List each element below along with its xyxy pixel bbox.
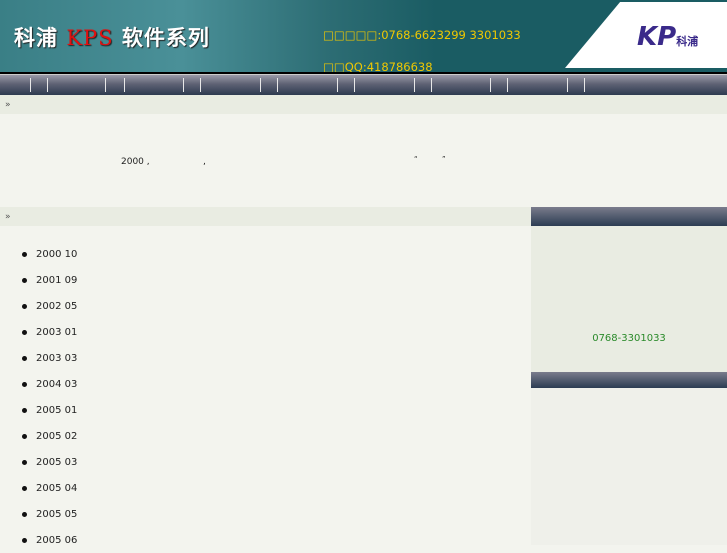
bullet-icon bbox=[22, 433, 27, 439]
history-date: 2005 04 bbox=[36, 482, 78, 494]
list-item: 2002 05 bbox=[22, 293, 77, 319]
intro-text: 2000 , , “ ” bbox=[121, 155, 446, 167]
contact-info: □□□□□:0768-6623299 3301033 □□QQ:41878663… bbox=[323, 4, 521, 72]
contact-phone: □□□□□:0768-6623299 3301033 bbox=[323, 28, 521, 42]
list-item: 2000 10 bbox=[22, 241, 77, 267]
contact-line bbox=[323, 4, 521, 15]
list-item: 2005 06 bbox=[22, 527, 77, 553]
list-item: 2003 03 bbox=[22, 345, 77, 371]
bullet-icon bbox=[22, 277, 27, 283]
section-bar-intro: » bbox=[0, 95, 727, 114]
header-banner: 科浦 KPS 软件系列 □□□□□:0768-6623299 3301033 □… bbox=[0, 0, 727, 72]
history-date: 2002 05 bbox=[36, 300, 78, 312]
history-date: 2005 02 bbox=[36, 430, 78, 442]
contact-line bbox=[323, 46, 521, 57]
brand-logo: KP科浦 bbox=[565, 2, 727, 68]
bullet-icon bbox=[22, 511, 27, 517]
contact-qq: □□QQ:418786638 bbox=[323, 59, 433, 73]
history-date: 2003 03 bbox=[36, 352, 78, 364]
bullet-icon bbox=[22, 485, 27, 491]
bullet-icon bbox=[22, 355, 27, 361]
section-bar-history: » bbox=[0, 207, 531, 226]
list-item: 2005 05 bbox=[22, 501, 77, 527]
bullet-icon bbox=[22, 407, 27, 413]
sidebar-header bbox=[531, 207, 727, 226]
history-list: 2000 10 2001 09 2002 05 2003 01 2003 03 2004 … bbox=[22, 241, 77, 553]
bullet-icon bbox=[22, 537, 27, 543]
list-item: 2005 04 bbox=[22, 475, 77, 501]
sidebar-header-2 bbox=[531, 372, 727, 388]
history-date: 2004 03 bbox=[36, 378, 78, 390]
list-item: 2005 02 bbox=[22, 423, 77, 449]
bullet-icon bbox=[22, 251, 27, 257]
site-logo: 科浦 KPS 软件系列 bbox=[14, 26, 210, 50]
bullet-icon bbox=[22, 303, 27, 309]
history-date: 2005 06 bbox=[36, 534, 78, 546]
history-date: 2005 01 bbox=[36, 404, 78, 416]
bullet-icon bbox=[22, 381, 27, 387]
sidebar-phone: 0768-3301033 bbox=[592, 333, 666, 344]
nav-bar[interactable] bbox=[0, 74, 727, 95]
history-date: 2005 05 bbox=[36, 508, 78, 520]
list-item: 2004 03 bbox=[22, 371, 77, 397]
history-date: 2000 10 bbox=[36, 248, 78, 260]
list-item: 2005 03 bbox=[22, 449, 77, 475]
bullet-icon bbox=[22, 459, 27, 465]
sidebar-lower bbox=[531, 388, 727, 545]
list-item: 2001 09 bbox=[22, 267, 77, 293]
contact-line bbox=[323, 15, 521, 26]
history-date: 2003 01 bbox=[36, 326, 78, 338]
history-date: 2001 09 bbox=[36, 274, 78, 286]
list-item: 2003 01 bbox=[22, 319, 77, 345]
bullet-icon bbox=[22, 329, 27, 335]
history-date: 2005 03 bbox=[36, 456, 78, 468]
list-item: 2005 01 bbox=[22, 397, 77, 423]
sidebar: 0768-3301033 bbox=[531, 207, 727, 545]
